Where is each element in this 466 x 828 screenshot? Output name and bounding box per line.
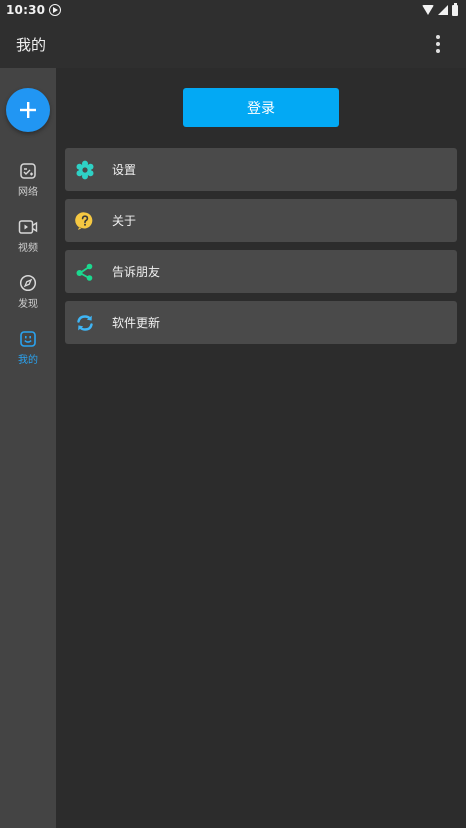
more-options-icon[interactable]	[426, 32, 450, 56]
sidebar-item-label: 网络	[18, 187, 38, 198]
sidebar-item-label: 我的	[18, 355, 38, 366]
menu-item-label: 设置	[112, 163, 137, 177]
help-icon	[75, 211, 93, 230]
menu-item-settings[interactable]: 设置	[65, 148, 457, 191]
page-title: 我的	[16, 35, 47, 54]
status-icons	[422, 2, 458, 16]
add-button[interactable]	[6, 88, 50, 132]
video-icon	[18, 220, 38, 234]
app-bar: 我的	[0, 20, 466, 68]
gear-icon	[76, 160, 94, 179]
menu-item-label: 软件更新	[112, 316, 161, 330]
sidebar: 网络 视频 发现 我的	[0, 68, 56, 828]
status-bar: 10:30	[0, 0, 466, 20]
play-notification-icon	[49, 4, 62, 16]
menu-item-tell-friends[interactable]: 告诉朋友	[65, 250, 457, 293]
refresh-icon	[77, 314, 93, 331]
network-icon	[20, 163, 36, 179]
menu-item-software-update[interactable]: 软件更新	[65, 301, 457, 344]
sidebar-item-video[interactable]: 视频	[0, 218, 56, 262]
menu-item-about[interactable]: 关于	[65, 199, 457, 242]
sidebar-item-network[interactable]: 网络	[0, 162, 56, 206]
status-time: 10:30	[6, 3, 46, 17]
sidebar-item-mine[interactable]: 我的	[0, 330, 56, 374]
sidebar-item-label: 视频	[18, 243, 38, 254]
compass-icon	[19, 274, 37, 292]
share-icon	[76, 263, 93, 281]
menu-item-label: 关于	[112, 214, 137, 228]
sidebar-item-discover[interactable]: 发现	[0, 274, 56, 318]
wifi-icon	[422, 5, 434, 15]
sidebar-item-label: 发现	[18, 299, 38, 310]
plus-icon	[20, 102, 36, 118]
login-button[interactable]: 登录	[183, 88, 339, 127]
smile-icon	[20, 331, 36, 347]
battery-icon	[452, 2, 458, 16]
cell-signal-icon	[438, 5, 448, 15]
menu-item-label: 告诉朋友	[112, 265, 161, 279]
main-content: 登录 设置 关于 告诉朋友 软件更新	[56, 68, 466, 828]
